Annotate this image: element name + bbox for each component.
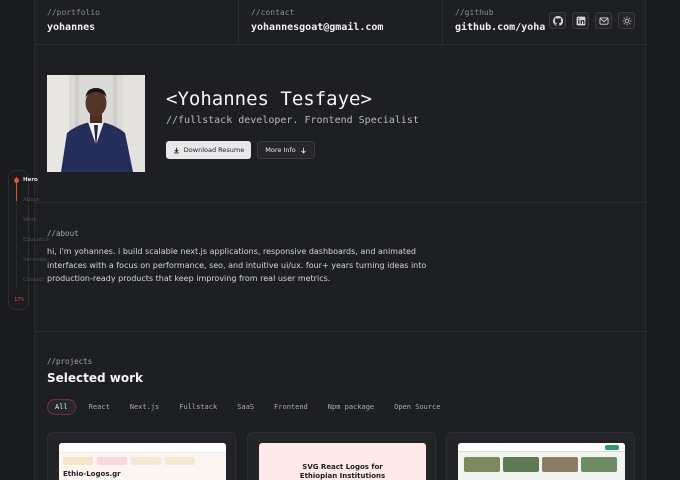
mail-icon[interactable] bbox=[595, 12, 612, 29]
projects-title: Selected work bbox=[47, 371, 144, 385]
thumb-title: Ethio-Logos.gr bbox=[63, 470, 121, 478]
top-bar: //portfolio yohannes //contact yohannesg… bbox=[35, 0, 647, 45]
filter-fullstack[interactable]: Fullstack bbox=[172, 399, 224, 415]
portfolio-value: yohannes bbox=[47, 22, 96, 33]
nav-item-education[interactable]: Education bbox=[23, 237, 50, 243]
filter-npm-package[interactable]: Npm package bbox=[321, 399, 381, 415]
portfolio-cell[interactable]: //portfolio yohannes bbox=[35, 0, 239, 44]
github-icon[interactable] bbox=[549, 12, 566, 29]
portfolio-label: //portfolio bbox=[47, 8, 100, 17]
scroll-progress-percent: 17% bbox=[14, 297, 24, 303]
project-thumbnail bbox=[458, 443, 625, 480]
hero-section: <Yohannes Tesfaye> //fullstack developer… bbox=[35, 45, 647, 203]
linkedin-icon[interactable] bbox=[572, 12, 589, 29]
filter-open-source[interactable]: Open Source bbox=[387, 399, 447, 415]
arrow-down-icon bbox=[300, 147, 306, 154]
project-card[interactable]: Ethio-Logos.gr bbox=[47, 432, 236, 480]
nav-item-about[interactable]: About bbox=[23, 197, 39, 203]
theme-sun-icon[interactable] bbox=[618, 12, 635, 29]
download-icon bbox=[173, 147, 179, 153]
about-text: hi, i'm yohannes. i build scalable next.… bbox=[47, 247, 427, 283]
about-section: //about hi, i'm yohannes. i build scalab… bbox=[35, 204, 647, 332]
nav-item-services[interactable]: Services bbox=[23, 257, 46, 263]
more-info-label: More Info bbox=[265, 146, 296, 154]
social-icons bbox=[549, 12, 635, 29]
nav-item-hero[interactable]: Hero bbox=[23, 177, 38, 183]
project-thumbnail: SVG React Logos for Ethiopian Institutio… bbox=[259, 443, 426, 480]
thumb-title: SVG React Logos for Ethiopian Institutio… bbox=[299, 463, 386, 480]
project-filters: All React Next.js Fullstack SaaS Fronten… bbox=[47, 399, 453, 415]
project-card[interactable]: SVG React Logos for Ethiopian Institutio… bbox=[247, 432, 436, 480]
hero-name: <Yohannes Tesfaye> bbox=[166, 88, 372, 110]
nav-item-work[interactable]: Work bbox=[23, 217, 37, 223]
contact-cell[interactable]: //contact yohannesgoat@gmail.com bbox=[239, 0, 443, 44]
about-label: //about bbox=[47, 229, 79, 238]
projects-section: //projects Selected work All React Next.… bbox=[35, 333, 647, 480]
project-thumbnail: Ethio-Logos.gr bbox=[59, 443, 226, 480]
contact-email[interactable]: yohannesgoat@gmail.com bbox=[251, 22, 430, 33]
portfolio-page: //portfolio yohannes //contact yohannesg… bbox=[34, 0, 647, 480]
filter-saas[interactable]: SaaS bbox=[230, 399, 261, 415]
download-resume-label: Download Resume bbox=[183, 146, 245, 154]
filter-nextjs[interactable]: Next.js bbox=[123, 399, 167, 415]
contact-label: //contact bbox=[251, 8, 295, 17]
projects-label: //projects bbox=[47, 357, 93, 366]
side-navigation: Hero About Work Education Services Conta… bbox=[8, 170, 50, 310]
hero-role: //fullstack developer. Frontend Speciali… bbox=[166, 115, 419, 126]
nav-active-dot bbox=[14, 178, 19, 183]
filter-all[interactable]: All bbox=[47, 399, 76, 415]
project-card[interactable] bbox=[446, 432, 635, 480]
more-info-button[interactable]: More Info bbox=[257, 141, 315, 159]
nav-item-contact[interactable]: Contact bbox=[23, 277, 44, 283]
profile-photo bbox=[47, 75, 145, 172]
download-resume-button[interactable]: Download Resume bbox=[166, 141, 251, 159]
filter-react[interactable]: React bbox=[82, 399, 117, 415]
github-link[interactable]: github.com/yohan… bbox=[455, 22, 545, 33]
filter-frontend[interactable]: Frontend bbox=[267, 399, 315, 415]
